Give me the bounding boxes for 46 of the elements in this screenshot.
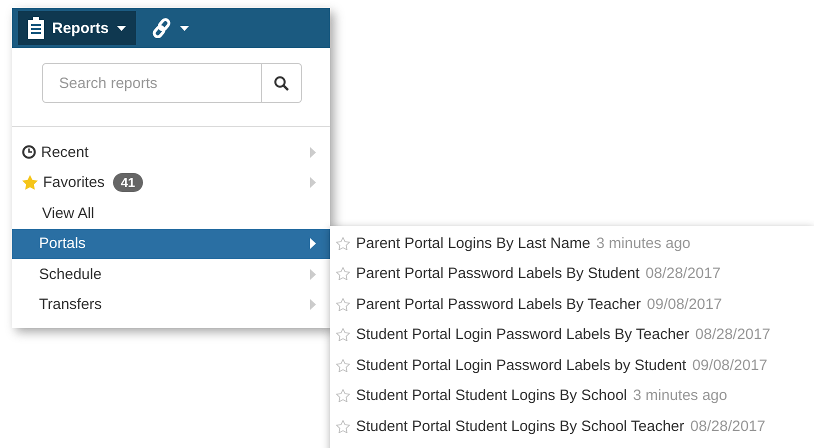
link-icon xyxy=(152,18,172,38)
count-badge: 41 xyxy=(112,173,144,192)
clipboard-icon xyxy=(28,17,44,39)
caret-icon xyxy=(180,26,189,30)
chevron-icon xyxy=(310,238,316,250)
star-icon[interactable] xyxy=(336,358,350,372)
star-icon xyxy=(22,175,38,190)
search-button[interactable] xyxy=(262,63,302,103)
menu-item[interactable]: Favorites 41 xyxy=(12,168,330,198)
star-icon[interactable] xyxy=(336,236,350,250)
star-icon[interactable] xyxy=(336,267,350,280)
report-timestamp: 09/08/2017 xyxy=(692,356,768,374)
report-link[interactable]: Parent Portal Password Labels By Teacher xyxy=(356,296,641,313)
search-field[interactable]: Search reports xyxy=(42,63,262,103)
report-timestamp: 3 minutes ago xyxy=(633,387,728,404)
menu-item-label: Favorites xyxy=(43,174,105,192)
report-link[interactable]: Student Portal Login Password Labels By Teacher xyxy=(356,326,690,344)
reports-menu-button[interactable]: Reports xyxy=(18,11,136,45)
caret-icon xyxy=(116,26,126,30)
category-item[interactable]: Schedule xyxy=(12,259,330,290)
report-timestamp: 3 minutes ago xyxy=(596,234,691,252)
search-icon xyxy=(274,76,289,90)
report-link[interactable]: Parent Portal Logins By Last Name xyxy=(356,234,590,252)
category-item[interactable]: Transfers xyxy=(12,290,330,320)
report-timestamp: 08/28/2017 xyxy=(690,418,766,435)
star-icon[interactable] xyxy=(336,298,350,311)
chevron-icon xyxy=(310,299,316,310)
star-icon[interactable] xyxy=(336,389,350,402)
star-icon[interactable] xyxy=(336,328,350,342)
report-link[interactable]: Student Portal Login Password Labels by Student xyxy=(356,356,686,374)
report-timestamp: 08/28/2017 xyxy=(695,326,770,344)
report-timestamp: 09/08/2017 xyxy=(646,296,722,313)
chevron-icon xyxy=(310,146,316,158)
report-timestamp: 08/28/2017 xyxy=(646,265,721,282)
menu-item-label: View All xyxy=(42,204,94,222)
category-item[interactable]: Portals xyxy=(12,228,330,259)
report-link[interactable]: Student Portal Student Logins By School xyxy=(356,387,628,404)
menu-item-label: Recent xyxy=(41,144,89,161)
menu-item[interactable]: Recent xyxy=(12,137,330,168)
star-icon[interactable] xyxy=(336,420,350,433)
chevron-icon xyxy=(310,177,316,188)
report-link[interactable]: Parent Portal Password Labels By Student xyxy=(356,265,640,282)
menu-item[interactable]: View All xyxy=(12,198,330,228)
clock-icon xyxy=(22,145,36,160)
report-link[interactable]: Student Portal Student Logins By School Teacher xyxy=(356,418,684,435)
chevron-icon xyxy=(310,268,316,280)
